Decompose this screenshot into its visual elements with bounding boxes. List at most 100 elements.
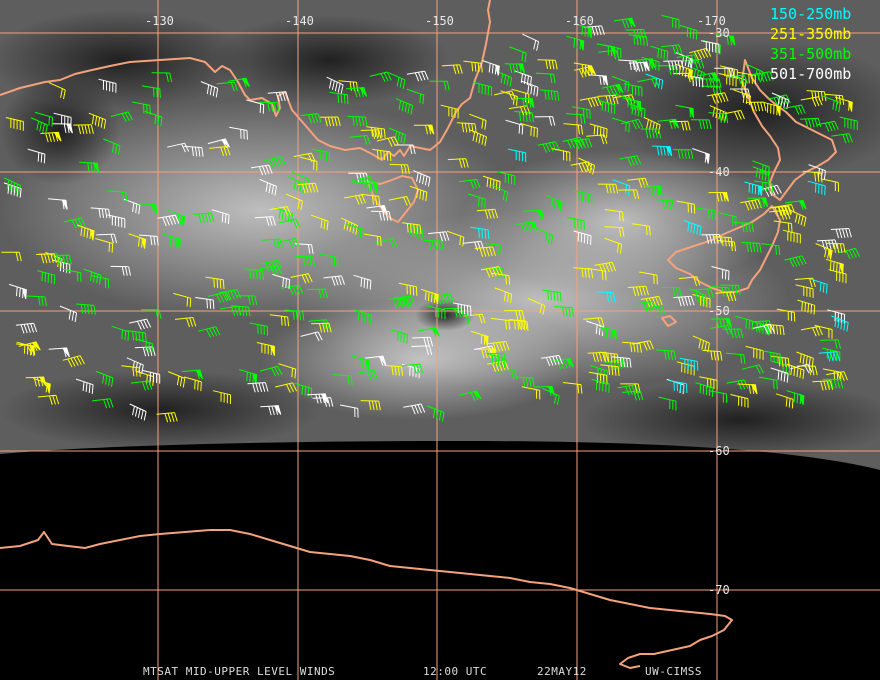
wind-barb-feather bbox=[590, 235, 592, 245]
wind-barb-feather bbox=[23, 344, 26, 354]
wind-barb-feather bbox=[602, 127, 605, 138]
wind-barb-feather bbox=[360, 277, 363, 287]
wind-barb-feather bbox=[307, 387, 310, 397]
wind-barb-feather bbox=[173, 237, 175, 247]
wind-barb-feather bbox=[346, 94, 349, 105]
wind-barb-feather bbox=[605, 328, 608, 338]
wind-barb-feather bbox=[357, 311, 360, 321]
wind-barb-feather bbox=[807, 303, 810, 313]
wind-barb-feather bbox=[604, 102, 607, 112]
wind-barb-feather bbox=[663, 50, 666, 60]
wind-barb-feather bbox=[376, 236, 379, 246]
wind-barb-feather bbox=[227, 214, 230, 225]
wind-barb-feather bbox=[494, 355, 497, 366]
wind-barb-feather bbox=[839, 263, 841, 273]
lat-label-40: -40 bbox=[708, 165, 730, 179]
wind-barb-feather bbox=[695, 77, 698, 87]
wind-barb-feather bbox=[206, 299, 208, 309]
wind-barb-feather bbox=[773, 379, 775, 389]
wind-barb-feather bbox=[386, 151, 389, 161]
wind-barb-feather bbox=[252, 373, 254, 384]
wind-barb-feather bbox=[304, 386, 307, 396]
wind-barb-feather bbox=[22, 288, 24, 299]
wind-barb-feather bbox=[491, 355, 494, 365]
wind-barb-feather bbox=[216, 278, 219, 289]
wind-barb-feather bbox=[108, 242, 111, 252]
wind-barb-feather bbox=[666, 51, 669, 61]
wind-barb-feather bbox=[224, 213, 227, 224]
wind-barb-feather bbox=[213, 278, 215, 288]
wind-barb-feather bbox=[825, 284, 828, 294]
wind-barb-feather bbox=[698, 77, 701, 87]
wind-barb-feather bbox=[608, 329, 611, 339]
wind-barb-feather bbox=[810, 304, 813, 314]
wind-barb-feather bbox=[793, 392, 796, 403]
lon-label-150: -150 bbox=[425, 14, 454, 28]
wind-barb-feather bbox=[689, 28, 692, 38]
wind-barb-feather bbox=[176, 238, 178, 248]
lat-label-60: -60 bbox=[708, 444, 730, 458]
wind-barb-feather bbox=[337, 93, 340, 103]
wind-barb-feather bbox=[533, 127, 535, 137]
wind-barb-feather bbox=[212, 299, 215, 310]
wind-barb-feather bbox=[587, 27, 590, 38]
lon-label-130: -130 bbox=[145, 14, 174, 28]
wind-barb-feather bbox=[370, 315, 372, 325]
legend-150-250mb: 150-250mb bbox=[770, 5, 851, 23]
wind-barb-shaft bbox=[537, 59, 556, 61]
wind-barb-feather bbox=[288, 279, 291, 289]
wind-barb-feather bbox=[593, 125, 596, 135]
wind-barb-feather bbox=[310, 388, 313, 398]
wind-barb-feather bbox=[754, 75, 757, 85]
wind-barb-feather bbox=[340, 93, 343, 104]
wind-barb-feather bbox=[478, 228, 480, 238]
wind-barb-feather bbox=[301, 385, 304, 395]
wind-barb-feather bbox=[186, 297, 189, 307]
wind-barb-feather bbox=[484, 229, 487, 239]
wind-barb-feather bbox=[799, 394, 802, 405]
lon-label-160: -160 bbox=[565, 14, 594, 28]
wind-barb-feather bbox=[612, 329, 614, 339]
wind-barb-feather bbox=[194, 380, 196, 390]
wind-barb-feather bbox=[367, 314, 369, 324]
wind-barb-feather bbox=[51, 117, 53, 127]
wind-barb-feather bbox=[695, 30, 698, 40]
wind-barb-feather bbox=[397, 331, 399, 342]
wind-barb-feather bbox=[481, 198, 483, 208]
wind-barb-feather bbox=[601, 101, 604, 111]
wind-barb-feather bbox=[686, 27, 689, 38]
wind-barb-feather bbox=[573, 38, 575, 48]
wind-barb-feather bbox=[200, 381, 202, 392]
wind-barb-feather bbox=[356, 227, 359, 237]
wind-barb-feather bbox=[791, 223, 793, 233]
wind-barb-feather bbox=[148, 342, 150, 353]
wind-barb-shaft bbox=[347, 116, 366, 118]
wind-barb-feather bbox=[719, 45, 721, 55]
wind-barb-feather bbox=[625, 122, 627, 132]
wind-barb-feather bbox=[380, 236, 382, 247]
wind-barb-feather bbox=[599, 127, 602, 137]
lat-label-50: -50 bbox=[708, 304, 730, 318]
wind-barb-feather bbox=[692, 29, 695, 39]
wind-barb-feather bbox=[596, 126, 599, 136]
wind-barb-feather bbox=[360, 312, 363, 322]
wind-barb-feather bbox=[848, 101, 850, 111]
wind-barb-feather bbox=[189, 298, 192, 308]
wind-barb-feather bbox=[521, 125, 524, 135]
wind-barb-feather bbox=[589, 109, 591, 119]
wind-barb-feather bbox=[536, 128, 538, 138]
wind-barb-feather bbox=[586, 234, 589, 245]
wind-barb-feather bbox=[222, 279, 225, 290]
wind-barb-feather bbox=[833, 261, 835, 271]
footer-source: UW-CIMSS bbox=[645, 665, 702, 678]
wind-barb-feather bbox=[43, 154, 46, 164]
footer-date: 22MAY12 bbox=[537, 665, 587, 678]
wind-barb-feather bbox=[705, 385, 708, 396]
wind-barb-feather bbox=[583, 233, 586, 244]
wind-barb-feather bbox=[406, 334, 408, 344]
wind-barb-feather bbox=[702, 384, 705, 395]
legend-351-500mb: 351-500mb bbox=[770, 45, 851, 63]
wind-barb-feather bbox=[364, 313, 366, 323]
wind-barb-feather bbox=[530, 126, 532, 136]
legend-501-700mb: 501-700mb bbox=[770, 65, 851, 83]
